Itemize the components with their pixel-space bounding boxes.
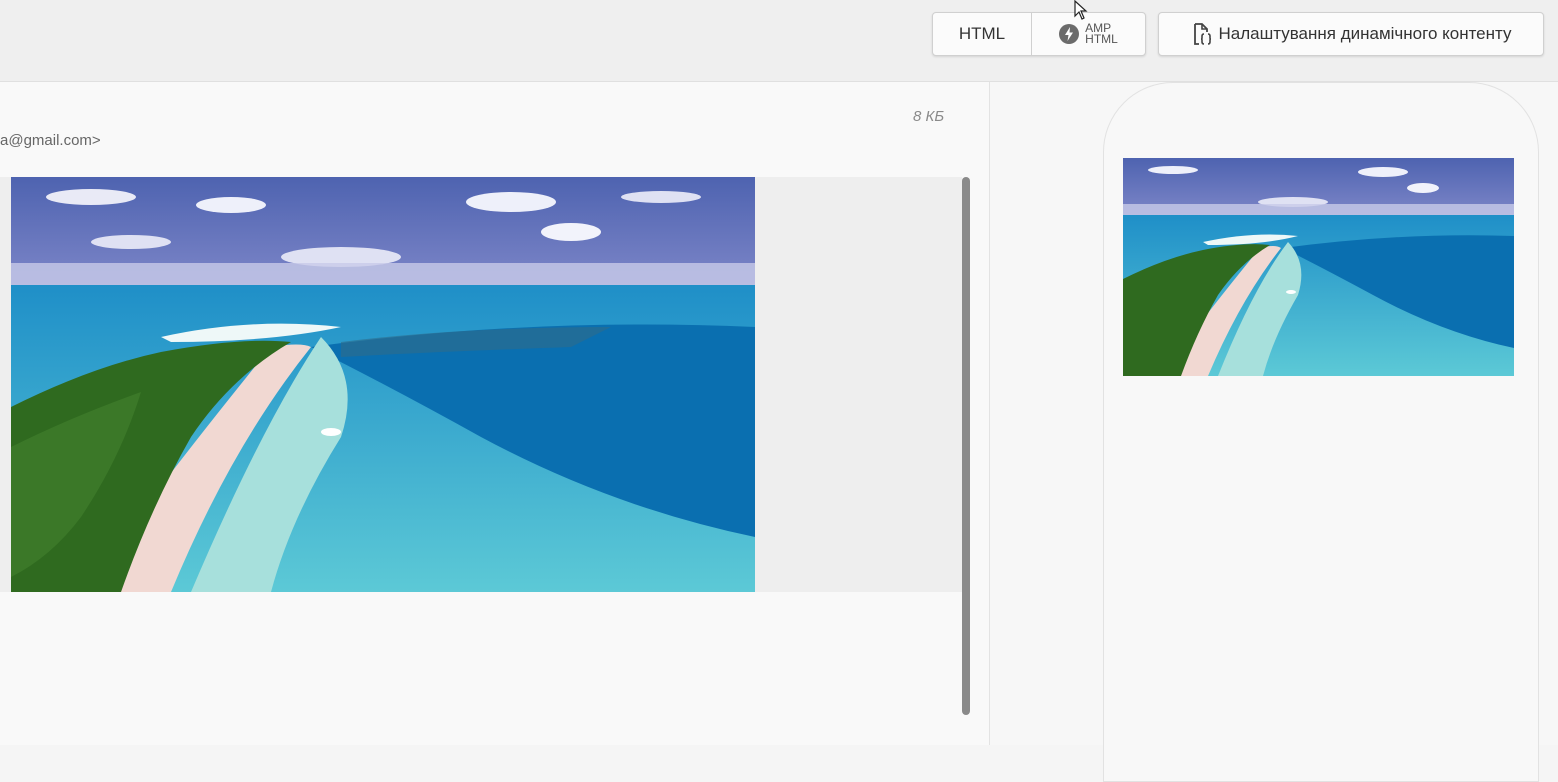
dynamic-content-label: Налаштування динамічного контенту	[1218, 24, 1512, 43]
email-body	[0, 177, 962, 592]
amp-label-bottom: HTML	[1085, 32, 1118, 46]
email-size-label: 8 КБ	[913, 108, 945, 125]
beach-image-mobile	[1123, 158, 1514, 376]
format-toggle-group: HTML AMP HTML	[932, 12, 1146, 56]
amp-lightning-icon	[1059, 24, 1080, 44]
amp-html-label: AMP HTML	[1085, 22, 1118, 46]
preview-scrollbar[interactable]	[962, 177, 970, 715]
dynamic-content-settings-button[interactable]: Налаштування динамічного контенту	[1158, 12, 1544, 56]
email-mobile-preview	[990, 82, 1558, 782]
top-toolbar: HTML AMP HTML Налаштування динамічного к…	[0, 0, 1558, 82]
amp-html-button[interactable]: AMP HTML	[1032, 13, 1145, 55]
mouse-cursor-icon	[1074, 0, 1088, 20]
phone-frame	[1103, 82, 1539, 782]
html-button[interactable]: HTML	[933, 13, 1032, 55]
sender-address: a@gmail.com>	[0, 132, 101, 149]
beach-image	[11, 177, 755, 592]
dynamic-file-code-icon	[1194, 23, 1212, 45]
email-desktop-preview: 8 КБ a@gmail.com>	[0, 82, 990, 745]
